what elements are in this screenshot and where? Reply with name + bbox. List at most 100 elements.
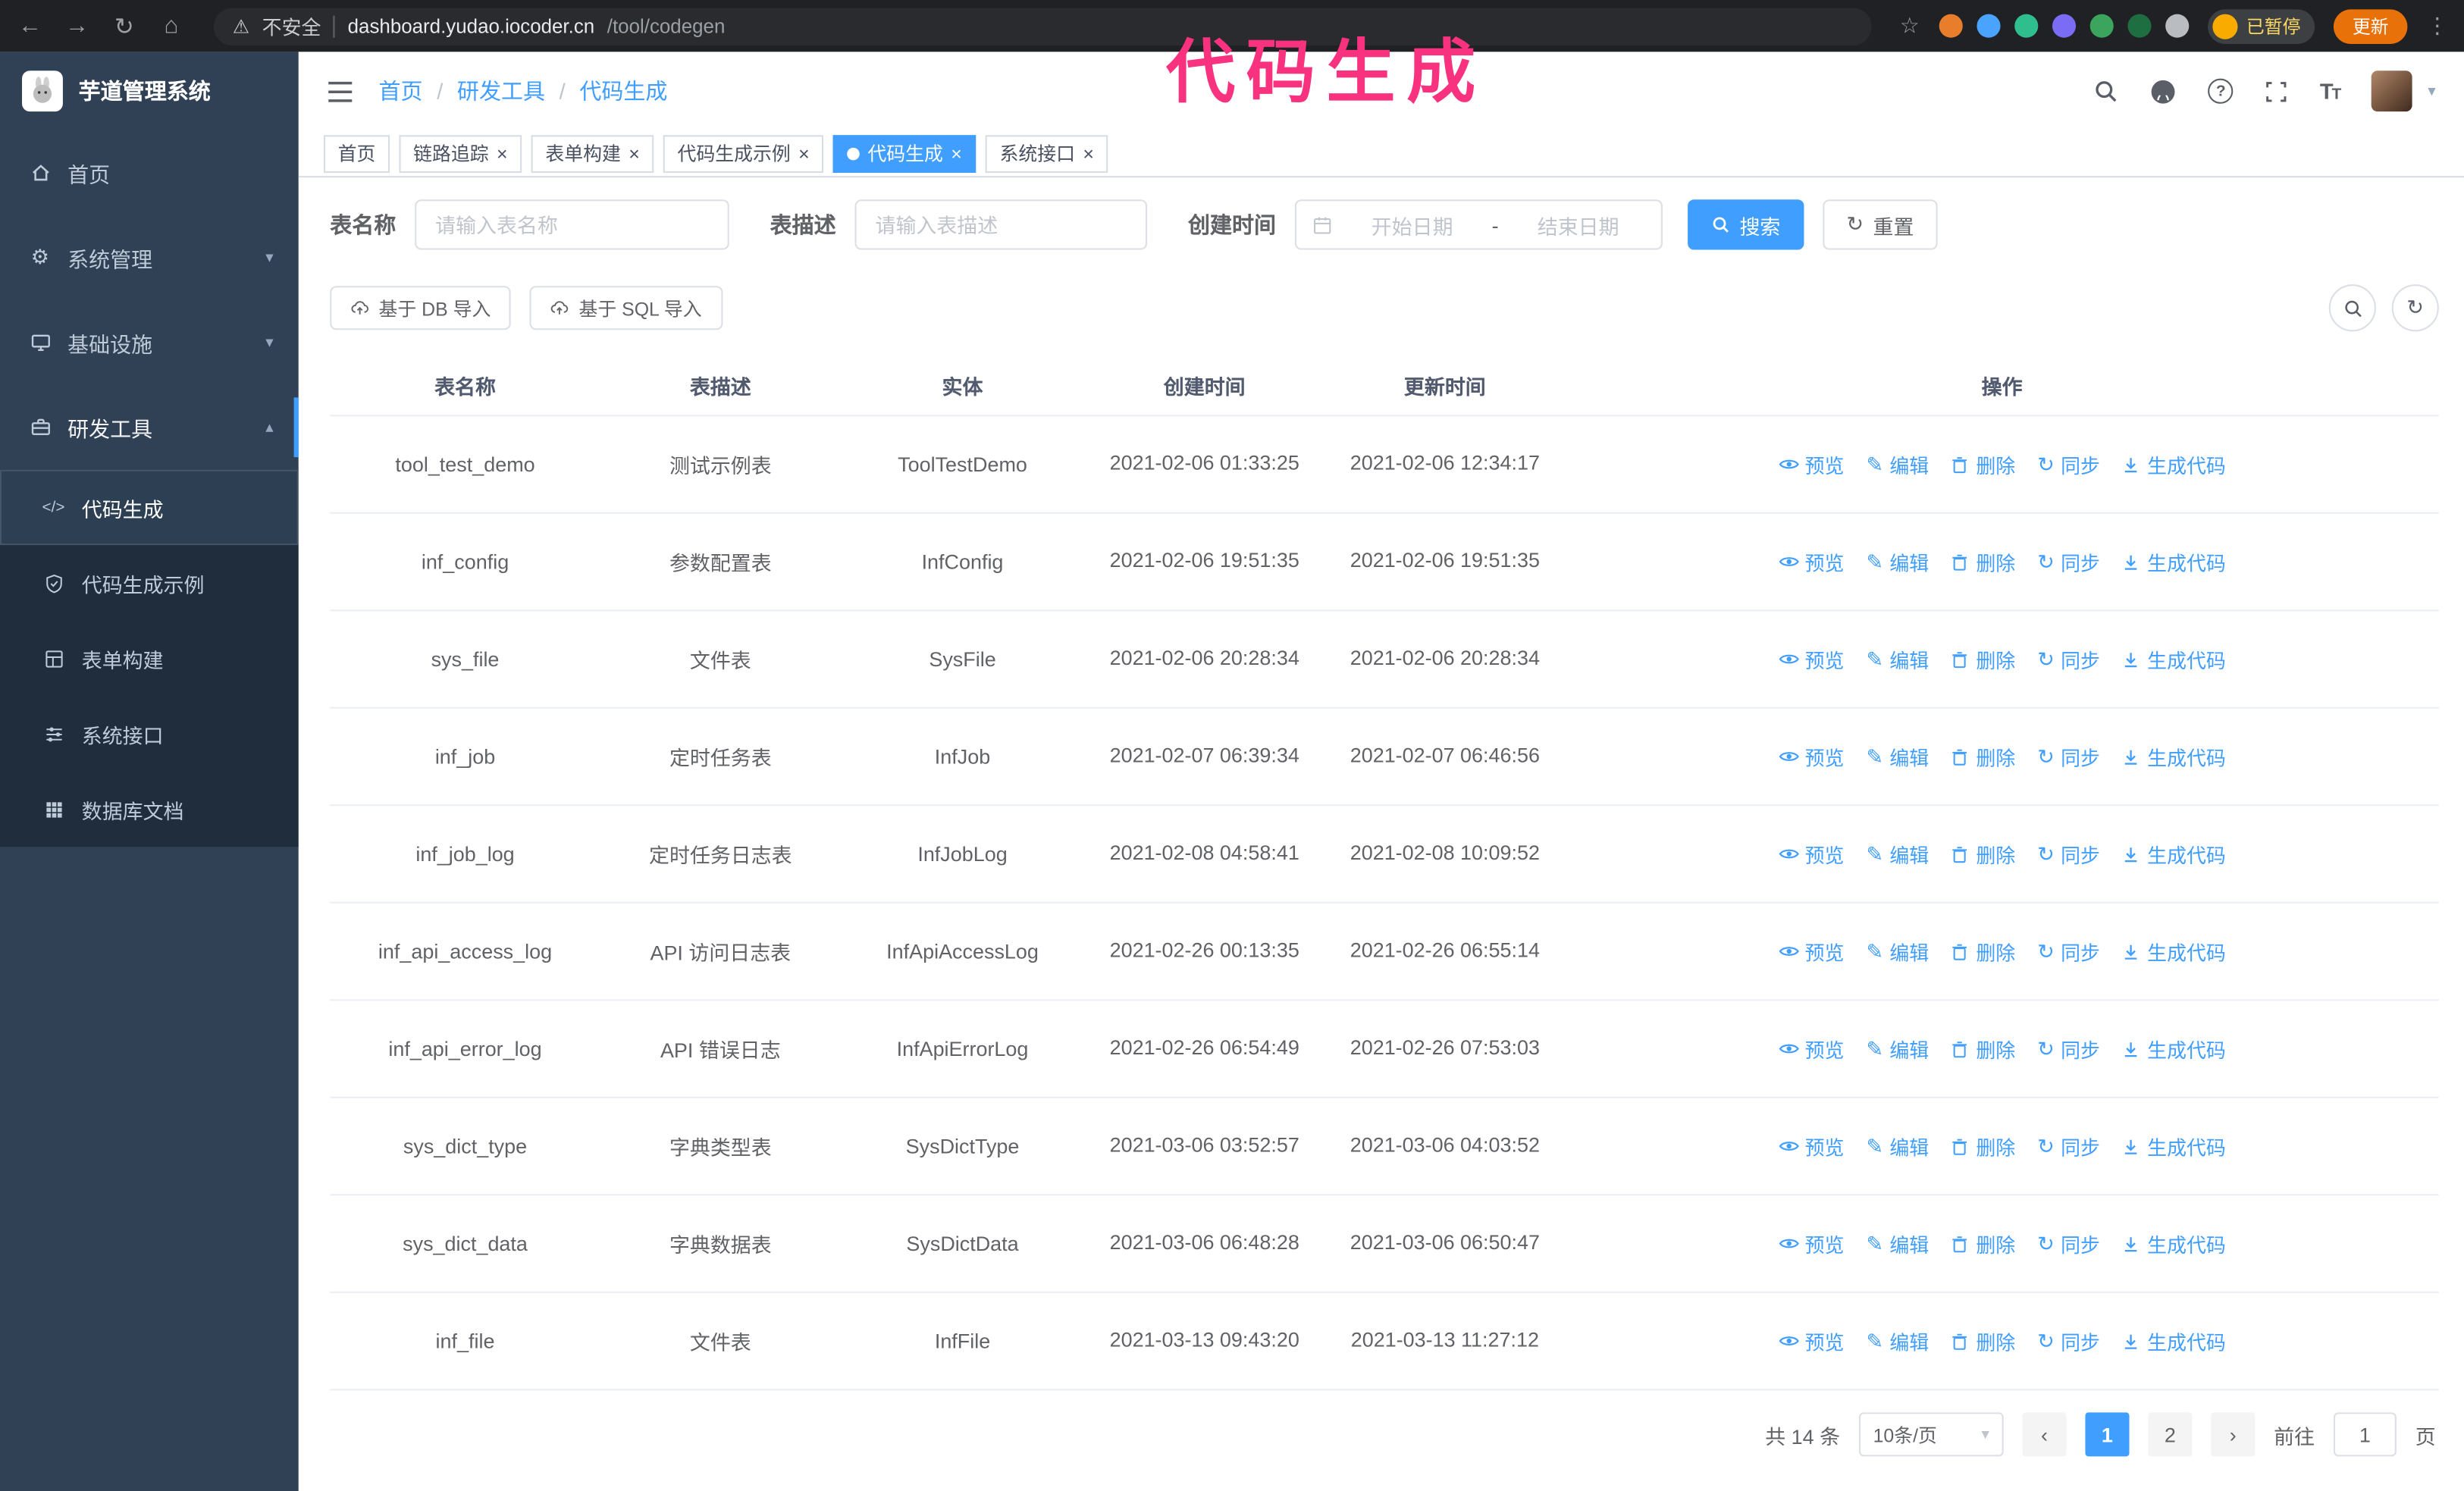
reload-icon[interactable]: ↻ <box>110 12 138 40</box>
tab-1[interactable]: 首页 <box>323 134 390 172</box>
generate-code-link[interactable]: 生成代码 <box>2122 547 2226 576</box>
generate-code-link[interactable]: 生成代码 <box>2122 449 2226 479</box>
extension-icon[interactable] <box>2127 14 2151 38</box>
extension-icon[interactable] <box>2014 14 2038 38</box>
preview-link[interactable]: 预览 <box>1778 936 1844 966</box>
profile-chip[interactable]: 已暂停 <box>2207 8 2315 43</box>
browser-menu-icon[interactable]: ⋮ <box>2426 13 2448 39</box>
edit-link[interactable]: ✎ 编辑 <box>1866 936 1929 966</box>
edit-link[interactable]: ✎ 编辑 <box>1866 1326 1929 1355</box>
sync-link[interactable]: ↻ 同步 <box>2037 741 2100 771</box>
edit-link[interactable]: ✎ 编辑 <box>1866 1229 1929 1258</box>
search-button[interactable]: 搜索 <box>1688 199 1804 250</box>
generate-code-link[interactable]: 生成代码 <box>2122 936 2226 966</box>
edit-link[interactable]: ✎ 编辑 <box>1866 1034 1929 1063</box>
delete-link[interactable]: 删除 <box>1951 1034 2015 1063</box>
sync-link[interactable]: ↻ 同步 <box>2037 547 2100 576</box>
avatar-caret-icon[interactable]: ▾ <box>2428 83 2435 100</box>
sidebar-item-home[interactable]: 首页 <box>0 130 299 215</box>
tab-5[interactable]: 代码生成 × <box>832 134 977 172</box>
date-range-picker[interactable]: 开始日期 - 结束日期 <box>1294 199 1663 250</box>
sidebar-item-form-builder[interactable]: 表单构建 <box>0 621 299 696</box>
browser-update-button[interactable]: 更新 <box>2333 8 2408 43</box>
tab-close-icon[interactable]: × <box>951 144 962 163</box>
generate-code-link[interactable]: 生成代码 <box>2122 741 2226 771</box>
tab-2[interactable]: 链路追踪 × <box>399 134 522 172</box>
sync-link[interactable]: ↻ 同步 <box>2037 644 2100 674</box>
bookmark-star-icon[interactable]: ☆ <box>1900 13 1920 39</box>
back-icon[interactable]: ← <box>16 13 44 39</box>
generate-code-link[interactable]: 生成代码 <box>2122 1034 2226 1063</box>
delete-link[interactable]: 删除 <box>1951 741 2015 771</box>
generate-code-link[interactable]: 生成代码 <box>2122 839 2226 869</box>
edit-link[interactable]: ✎ 编辑 <box>1866 547 1929 576</box>
font-size-icon[interactable]: TT <box>2320 79 2341 104</box>
sidebar-item-dev-tools[interactable]: 研发工具 ▴ <box>0 385 299 470</box>
tab-3[interactable]: 表单构建 × <box>531 134 654 172</box>
edit-link[interactable]: ✎ 编辑 <box>1866 644 1929 674</box>
preview-link[interactable]: 预览 <box>1778 1326 1844 1355</box>
table-desc-input[interactable] <box>854 199 1148 250</box>
tab-close-icon[interactable]: × <box>798 144 810 163</box>
reset-button[interactable]: ↻ 重置 <box>1823 199 1938 250</box>
sidebar-item-infrastructure[interactable]: 基础设施 ▾ <box>0 300 299 385</box>
edit-link[interactable]: ✎ 编辑 <box>1866 1131 1929 1161</box>
sync-link[interactable]: ↻ 同步 <box>2037 839 2100 869</box>
goto-page-input[interactable] <box>2333 1412 2397 1457</box>
user-avatar[interactable] <box>2371 70 2412 112</box>
hamburger-icon[interactable] <box>327 80 353 103</box>
sync-link[interactable]: ↻ 同步 <box>2037 1326 2100 1355</box>
edit-link[interactable]: ✎ 编辑 <box>1866 839 1929 869</box>
delete-link[interactable]: 删除 <box>1951 1131 2015 1161</box>
delete-link[interactable]: 删除 <box>1951 644 2015 674</box>
delete-link[interactable]: 删除 <box>1951 449 2015 479</box>
github-icon[interactable] <box>2150 78 2177 105</box>
next-page-button[interactable]: › <box>2211 1412 2256 1457</box>
generate-code-link[interactable]: 生成代码 <box>2122 644 2226 674</box>
sidebar-item-system-management[interactable]: ⚙ 系统管理 ▾ <box>0 215 299 300</box>
sync-link[interactable]: ↻ 同步 <box>2037 1229 2100 1258</box>
tab-6[interactable]: 系统接口 × <box>985 134 1108 172</box>
generate-code-link[interactable]: 生成代码 <box>2122 1326 2226 1355</box>
sidebar-item-codegen-example[interactable]: 代码生成示例 <box>0 545 299 620</box>
page-button-2[interactable]: 2 <box>2148 1412 2193 1457</box>
search-icon[interactable] <box>2093 79 2118 104</box>
delete-link[interactable]: 删除 <box>1951 839 2015 869</box>
preview-link[interactable]: 预览 <box>1778 449 1844 479</box>
sidebar-item-database-docs[interactable]: 数据库文档 <box>0 772 299 847</box>
tab-close-icon[interactable]: × <box>497 144 508 163</box>
delete-link[interactable]: 删除 <box>1951 1326 2015 1355</box>
preview-link[interactable]: 预览 <box>1778 1034 1844 1063</box>
preview-link[interactable]: 预览 <box>1778 741 1844 771</box>
edit-link[interactable]: ✎ 编辑 <box>1866 449 1929 479</box>
refresh-table-button[interactable]: ↻ <box>2391 284 2439 332</box>
tab-close-icon[interactable]: × <box>1083 144 1094 163</box>
home-icon[interactable]: ⌂ <box>157 13 185 39</box>
forward-icon[interactable]: → <box>63 13 91 39</box>
sync-link[interactable]: ↻ 同步 <box>2037 1034 2100 1063</box>
breadcrumb-dev-tools[interactable]: 研发工具 <box>457 75 545 106</box>
toggle-search-button[interactable] <box>2328 284 2376 332</box>
generate-code-link[interactable]: 生成代码 <box>2122 1229 2226 1258</box>
sync-link[interactable]: ↻ 同步 <box>2037 936 2100 966</box>
tab-4[interactable]: 代码生成示例 × <box>663 134 824 172</box>
extension-icon[interactable] <box>2165 14 2189 38</box>
delete-link[interactable]: 删除 <box>1951 1229 2015 1258</box>
sidebar-item-system-api[interactable]: 系统接口 <box>0 696 299 771</box>
breadcrumb-home[interactable]: 首页 <box>379 75 423 106</box>
import-sql-button[interactable]: 基于 SQL 导入 <box>530 286 723 330</box>
preview-link[interactable]: 预览 <box>1778 1131 1844 1161</box>
prev-page-button[interactable]: ‹ <box>2022 1412 2067 1457</box>
page-size-select[interactable]: 10条/页 ▾ <box>1858 1412 2004 1457</box>
extension-icon[interactable] <box>2051 14 2076 38</box>
page-button-1[interactable]: 1 <box>2085 1412 2130 1457</box>
extension-icon[interactable] <box>1938 14 1962 38</box>
extension-icon[interactable] <box>1976 14 2000 38</box>
preview-link[interactable]: 预览 <box>1778 644 1844 674</box>
preview-link[interactable]: 预览 <box>1778 839 1844 869</box>
help-icon[interactable]: ? <box>2208 78 2234 104</box>
generate-code-link[interactable]: 生成代码 <box>2122 1131 2226 1161</box>
tab-close-icon[interactable]: × <box>629 144 640 163</box>
preview-link[interactable]: 预览 <box>1778 1229 1844 1258</box>
address-bar[interactable]: ⚠ 不安全 dashboard.yudao.iocoder.cn /tool/c… <box>213 7 1872 45</box>
